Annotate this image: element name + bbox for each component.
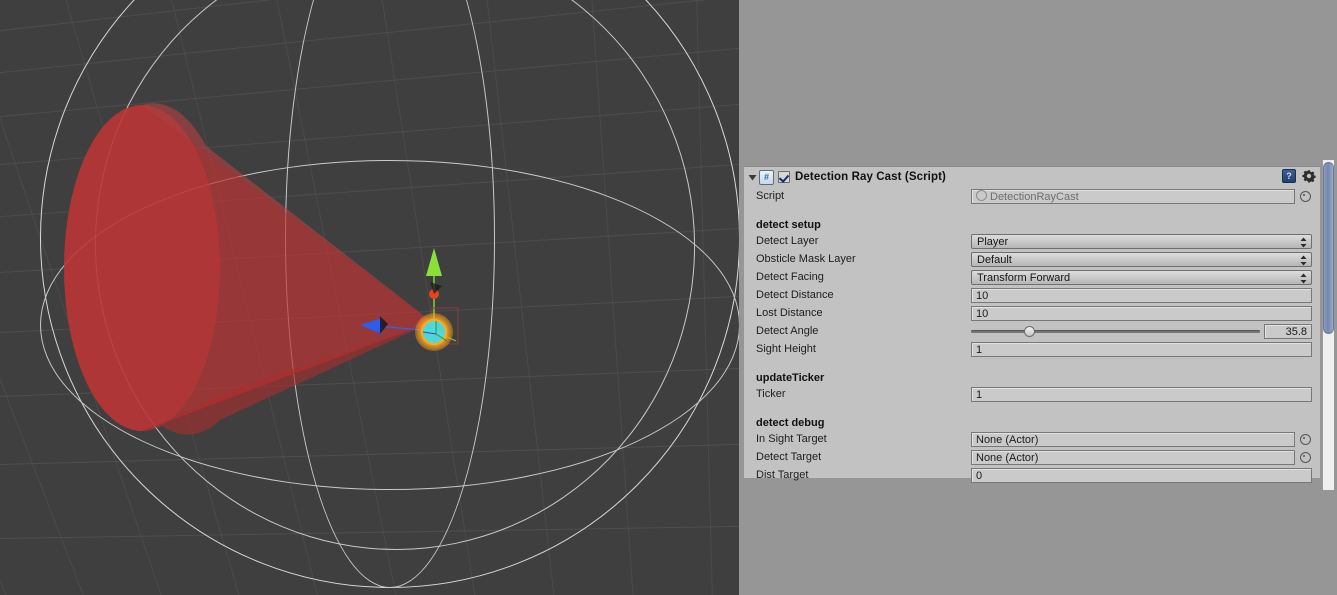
row-field: 10 xyxy=(971,305,1312,321)
slider-control[interactable] xyxy=(971,324,1260,339)
row-label: Obsticle Mask Layer xyxy=(756,253,856,265)
text-field[interactable]: 1 xyxy=(971,341,1312,357)
text-field[interactable]: 1 xyxy=(971,386,1312,402)
text-field[interactable]: 10 xyxy=(971,287,1312,303)
popup-arrow-icon xyxy=(1299,237,1308,248)
row-label: Detect Layer xyxy=(756,235,819,247)
scrollbar-thumb[interactable] xyxy=(1323,162,1334,334)
foldout-arrow-icon[interactable] xyxy=(746,171,759,184)
row-field: 35.8 xyxy=(971,323,1312,339)
row-sight-height: Sight Height 1 xyxy=(744,340,1320,358)
script-object-value: DetectionRayCast xyxy=(990,190,1079,203)
row-label: Lost Distance xyxy=(756,307,823,319)
section-header: detect debug xyxy=(756,417,825,429)
inspector-sections: detect setup Detect Layer Player Obsticle M… xyxy=(744,212,1320,484)
row-label: Detect Angle xyxy=(756,325,819,337)
popup-value: Player xyxy=(977,235,1009,248)
row-in-sight-target: In Sight Target None (Actor) xyxy=(744,430,1320,448)
row-field: None (Actor) xyxy=(971,449,1312,465)
row-ticker: Ticker 1 xyxy=(744,385,1320,403)
row-label: Detect Target xyxy=(756,451,822,463)
row-label: Script xyxy=(756,190,785,202)
section-header: updateTicker xyxy=(756,372,825,384)
row-dist-target: Dist Target 0 xyxy=(744,466,1320,484)
inspector-panel: # Detection Ray Cast (Script) ? Script D… xyxy=(744,166,1320,483)
popup-field[interactable]: Default xyxy=(971,251,1312,267)
row-label: In Sight Target xyxy=(756,433,827,445)
row-obsticle-mask-layer: Obsticle Mask Layer Default xyxy=(744,250,1320,268)
component-title: Detection Ray Cast (Script) xyxy=(795,171,946,183)
row-field: Transform Forward xyxy=(971,269,1312,285)
row-field: Default xyxy=(971,251,1312,267)
row-detect-layer: Detect Layer Player xyxy=(744,232,1320,250)
row-label: Ticker xyxy=(756,388,786,400)
text-field[interactable]: 10 xyxy=(971,305,1312,321)
popup-value: Default xyxy=(977,253,1012,266)
object-field[interactable]: None (Actor) xyxy=(971,431,1295,447)
component-enabled-checkbox[interactable] xyxy=(778,171,790,183)
object-picker-icon[interactable] xyxy=(1298,432,1312,446)
popup-field[interactable]: Transform Forward xyxy=(971,269,1312,285)
text-field[interactable]: 0 xyxy=(971,467,1312,483)
row-field: 10 xyxy=(971,287,1312,303)
object-picker-icon[interactable] xyxy=(1298,189,1312,203)
row-field: None (Actor) xyxy=(971,431,1312,447)
row-lost-distance: Lost Distance 10 xyxy=(744,304,1320,322)
row-label: Detect Distance xyxy=(756,289,834,301)
row-field: 1 xyxy=(971,341,1312,357)
csharp-script-icon: # xyxy=(759,169,774,185)
script-asset-icon xyxy=(976,189,987,201)
popup-arrow-icon xyxy=(1299,255,1308,266)
row-detect-facing: Detect Facing Transform Forward xyxy=(744,268,1320,286)
row-label: Dist Target xyxy=(756,469,809,481)
row-field: 1 xyxy=(971,386,1312,402)
row-detect-distance: Detect Distance 10 xyxy=(744,286,1320,304)
scene-view-viewport[interactable] xyxy=(0,0,739,595)
slider-number-field[interactable]: 35.8 xyxy=(1264,323,1312,339)
inspector-vertical-scrollbar[interactable] xyxy=(1322,160,1335,490)
popup-field[interactable]: Player xyxy=(971,233,1312,249)
script-object-field[interactable]: DetectionRayCast xyxy=(971,188,1295,204)
object-field[interactable]: None (Actor) xyxy=(971,449,1295,465)
component-header[interactable]: # Detection Ray Cast (Script) ? xyxy=(744,167,1320,187)
popup-arrow-icon xyxy=(1299,273,1308,284)
slider-track[interactable] xyxy=(971,329,1260,333)
slider-knob[interactable] xyxy=(1023,325,1035,337)
component-header-actions: ? xyxy=(1282,169,1316,183)
row-script: Script DetectionRayCast xyxy=(744,187,1320,205)
gear-icon[interactable] xyxy=(1302,169,1316,183)
row-detect-angle: Detect Angle 35.8 xyxy=(744,322,1320,340)
row-detect-target: Detect Target None (Actor) xyxy=(744,448,1320,466)
row-field: 0 xyxy=(971,467,1312,483)
help-icon[interactable]: ? xyxy=(1282,169,1296,183)
row-label: Sight Height xyxy=(756,343,816,355)
unity-editor-window: # Detection Ray Cast (Script) ? Script D… xyxy=(0,0,1337,595)
section-header: detect setup xyxy=(756,219,821,231)
popup-value: Transform Forward xyxy=(977,271,1071,284)
object-picker-icon[interactable] xyxy=(1298,450,1312,464)
row-field: Player xyxy=(971,233,1312,249)
row-label: Detect Facing xyxy=(756,271,824,283)
